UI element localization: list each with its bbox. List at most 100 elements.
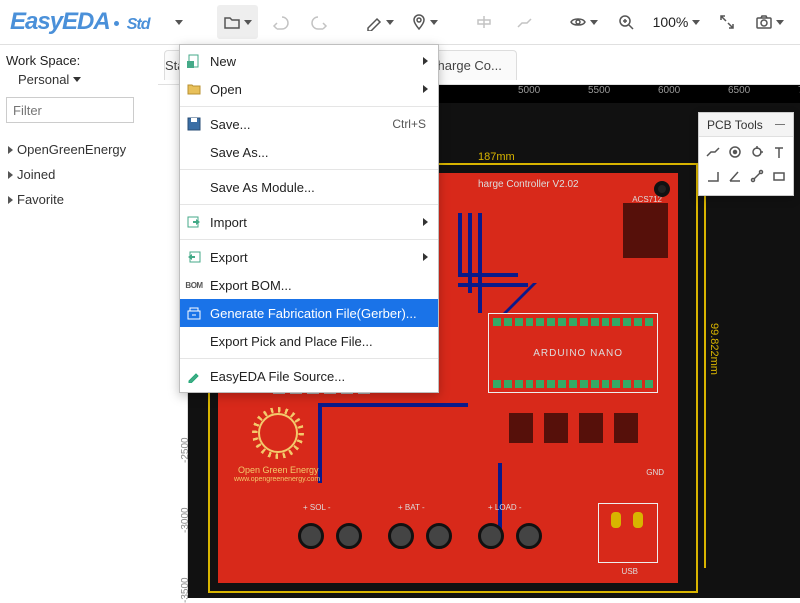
- export-icon: [186, 249, 202, 265]
- tool-track[interactable]: [703, 141, 723, 163]
- pcb-terminal: [426, 523, 452, 549]
- dimension-width: 187mm: [478, 151, 515, 163]
- redo-icon: [311, 13, 329, 31]
- fullscreen-button[interactable]: [709, 5, 745, 39]
- pcb-pad: [611, 512, 621, 528]
- ruler-tick: 6500: [728, 85, 750, 96]
- rect-icon: [771, 168, 787, 184]
- save-icon: [186, 116, 202, 132]
- tool-arc[interactable]: [725, 165, 745, 187]
- pcb-chip: [623, 203, 668, 258]
- bom-icon: BOM: [186, 277, 202, 293]
- menu-save-as-module[interactable]: Save As Module...: [180, 173, 438, 201]
- pad-icon: [727, 144, 743, 160]
- silk-label: + SOL -: [303, 503, 331, 512]
- screenshot-button[interactable]: [749, 5, 790, 39]
- file-menu: New Open Save... Ctrl+S Save As... Save …: [179, 44, 439, 393]
- folder-open-icon: [186, 81, 202, 97]
- pcb-trace: [458, 273, 518, 277]
- logo-edition: Std: [127, 16, 150, 34]
- pcb-hole: [654, 181, 670, 197]
- filter-input[interactable]: [6, 97, 134, 123]
- menu-new[interactable]: New: [180, 47, 438, 75]
- caret-down-icon: [692, 20, 700, 25]
- view-menu-button[interactable]: [563, 5, 604, 39]
- menu-export-bom[interactable]: BOM Export BOM...: [180, 271, 438, 299]
- menu-export-pickplace[interactable]: Export Pick and Place File...: [180, 327, 438, 355]
- tool-connect[interactable]: [747, 165, 767, 187]
- folder-icon: [223, 13, 240, 31]
- pcb-trace: [458, 213, 462, 273]
- gerber-icon: [186, 305, 202, 321]
- route-button[interactable]: [506, 5, 542, 39]
- pcb-tools-header[interactable]: PCB Tools: [699, 113, 793, 137]
- redo-button[interactable]: [302, 5, 338, 39]
- dimension-height: 99.822mm: [708, 323, 720, 375]
- silk-title: harge Controller V2.02: [478, 179, 579, 190]
- track-icon: [705, 144, 721, 160]
- app-logo: EasyEDA Std: [10, 8, 150, 36]
- tool-pad[interactable]: [725, 141, 745, 163]
- menu-label: Open: [210, 82, 242, 97]
- menu-open[interactable]: Open: [180, 75, 438, 103]
- workspace-select[interactable]: Personal: [18, 72, 152, 87]
- caret-down-icon: [175, 20, 183, 25]
- tool-rect[interactable]: [769, 165, 789, 187]
- draw-menu-button[interactable]: [359, 5, 400, 39]
- pcb-terminal: [388, 523, 414, 549]
- tool-text[interactable]: [769, 141, 789, 163]
- pcb-tools-title: PCB Tools: [707, 118, 763, 132]
- pcb-trace: [478, 213, 482, 313]
- menu-file-source[interactable]: EasyEDA File Source...: [180, 362, 438, 390]
- chevron-right-icon: [8, 196, 13, 204]
- menu-save-as[interactable]: Save As...: [180, 138, 438, 166]
- tree-item-opengreenenergy[interactable]: OpenGreenEnergy: [6, 137, 152, 162]
- tree-item-joined[interactable]: Joined: [6, 162, 152, 187]
- menu-label: Export: [210, 250, 248, 265]
- zoom-level[interactable]: 100%: [648, 5, 706, 39]
- pcb-terminal: [516, 523, 542, 549]
- pcb-tools-panel[interactable]: PCB Tools: [698, 112, 794, 196]
- menu-separator: [180, 204, 438, 205]
- pcb-terminal: [298, 523, 324, 549]
- caret-down-icon: [244, 20, 252, 25]
- undo-button[interactable]: [262, 5, 298, 39]
- zoom-button[interactable]: [608, 5, 644, 39]
- new-file-icon: [186, 53, 202, 69]
- ruler-tick: 5000: [518, 85, 540, 96]
- menu-save[interactable]: Save... Ctrl+S: [180, 110, 438, 138]
- caret-down-icon: [73, 77, 81, 82]
- pcb-chip: [614, 413, 638, 443]
- caret-down-icon: [590, 20, 598, 25]
- logo-dot-icon: [114, 21, 119, 26]
- logo-dropdown[interactable]: [160, 5, 196, 39]
- pcb-trace: [318, 403, 468, 407]
- undo-icon: [271, 13, 289, 31]
- tree-item-favorite[interactable]: Favorite: [6, 187, 152, 212]
- place-menu-button[interactable]: [404, 5, 445, 39]
- menu-separator: [180, 169, 438, 170]
- menu-label: EasyEDA File Source...: [210, 369, 345, 384]
- tool-via[interactable]: [747, 141, 767, 163]
- caret-down-icon: [386, 20, 394, 25]
- menu-label: Generate Fabrication File(Gerber)...: [210, 306, 417, 321]
- menu-label: Export BOM...: [210, 278, 292, 293]
- menu-import[interactable]: Import: [180, 208, 438, 236]
- pcb-chip: [544, 413, 568, 443]
- route-icon: [515, 13, 533, 31]
- minimize-icon[interactable]: [775, 124, 785, 125]
- menu-label: Import: [210, 215, 247, 230]
- pcb-pad: [633, 512, 643, 528]
- dimension-line: [704, 178, 706, 568]
- silk-label: + LOAD -: [488, 503, 522, 512]
- file-menu-button[interactable]: [217, 5, 258, 39]
- chevron-right-icon: [8, 146, 13, 154]
- silk-label: USB: [622, 567, 638, 576]
- eye-icon: [569, 13, 586, 31]
- menu-generate-gerber[interactable]: Generate Fabrication File(Gerber)...: [180, 299, 438, 327]
- menu-export[interactable]: Export: [180, 243, 438, 271]
- pcb-tools-grid: [699, 137, 793, 191]
- side-panel: Work Space: Personal OpenGreenEnergy Joi…: [0, 45, 158, 598]
- tool-line[interactable]: [703, 165, 723, 187]
- align-button[interactable]: [466, 5, 502, 39]
